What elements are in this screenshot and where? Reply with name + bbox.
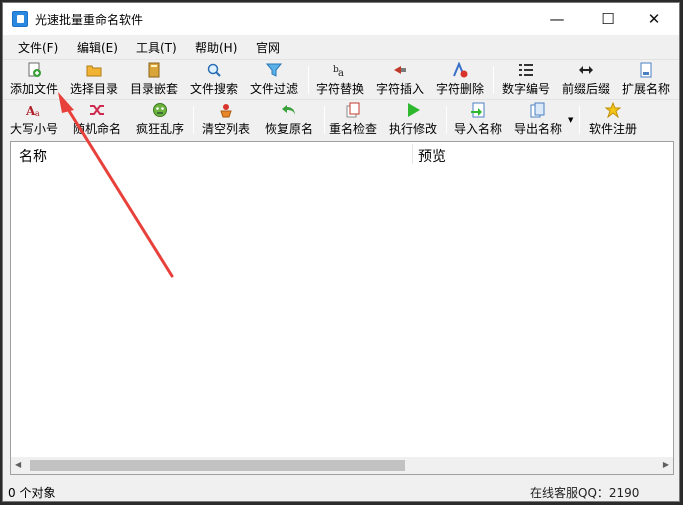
case-label: 大写小号 xyxy=(9,122,58,136)
replace-chars-label: 字符替换 xyxy=(315,82,364,96)
random-name-button[interactable]: 随机命名 xyxy=(67,102,127,138)
list-header: 名称 预览 xyxy=(11,142,673,166)
star-icon xyxy=(604,101,622,119)
crazy-face-icon xyxy=(152,102,168,118)
clear-list-button[interactable]: 清空列表 xyxy=(199,102,253,138)
nested-folder-label: 目录嵌套 xyxy=(129,82,178,96)
extension-button[interactable]: 扩展名称 xyxy=(619,62,673,98)
numbered-list-icon xyxy=(518,62,534,78)
file-list[interactable]: 名称 预览 ◀ ▶ xyxy=(10,141,674,475)
export-names-button[interactable]: 导出名称 xyxy=(511,102,565,138)
delete-chars-icon xyxy=(452,61,468,78)
number-button[interactable]: 数字编号 xyxy=(499,62,553,98)
menu-tools[interactable]: 工具(T) xyxy=(136,39,177,56)
extension-icon xyxy=(638,62,654,78)
duplicate-check-button[interactable]: 重名检查 xyxy=(326,102,380,138)
svg-text:a: a xyxy=(338,68,344,78)
menu-help[interactable]: 帮助(H) xyxy=(195,39,237,56)
export-icon xyxy=(530,102,546,118)
execute-button[interactable]: 执行修改 xyxy=(386,102,440,138)
crazy-shuffle-button[interactable]: 疯狂乱序 xyxy=(133,102,187,138)
file-search-label: 文件搜索 xyxy=(189,82,238,96)
number-label: 数字编号 xyxy=(501,82,550,96)
random-name-label: 随机命名 xyxy=(72,122,121,136)
toolbar-separator xyxy=(193,106,194,134)
scroll-right-arrow-icon[interactable]: ▶ xyxy=(663,460,669,469)
prefix-suffix-label: 前缀后缀 xyxy=(561,82,610,96)
support-info: 在线客服QQ：2190 xyxy=(530,486,640,500)
execute-label: 执行修改 xyxy=(388,122,437,136)
svg-text:a: a xyxy=(35,109,40,118)
menu-website[interactable]: 官网 xyxy=(256,39,280,56)
toolbar-main: 添加文件 选择目录 目录嵌套 文件搜索 文件过滤 b a 字符替换 字符插入 字… xyxy=(3,59,679,97)
clear-list-icon xyxy=(218,102,234,118)
undo-icon xyxy=(281,102,297,118)
toolbar-separator xyxy=(446,106,447,134)
export-names-label: 导出名称 xyxy=(513,122,562,136)
horizontal-scrollbar[interactable]: ◀ ▶ xyxy=(11,457,673,474)
object-count: 0 个对象 xyxy=(8,486,56,500)
toolbar-separator xyxy=(493,66,494,94)
insert-chars-button[interactable]: 字符插入 xyxy=(373,62,427,98)
register-label: 软件注册 xyxy=(588,122,637,136)
replace-chars-icon: ba xyxy=(332,62,348,79)
close-button[interactable]: ✕ xyxy=(631,3,677,35)
duplicate-check-icon xyxy=(345,102,361,118)
add-file-icon xyxy=(26,62,42,78)
scrollbar-thumb[interactable] xyxy=(30,460,405,471)
add-file-button[interactable]: 添加文件 xyxy=(7,62,61,98)
column-header-preview[interactable]: 预览 xyxy=(418,146,446,166)
select-folder-button[interactable]: 选择目录 xyxy=(67,62,121,98)
select-folder-label: 选择目录 xyxy=(69,82,118,96)
column-header-name[interactable]: 名称 xyxy=(19,146,47,166)
import-names-button[interactable]: 导入名称 xyxy=(451,102,505,138)
toolbar-separator xyxy=(579,106,580,134)
file-filter-button[interactable]: 文件过滤 xyxy=(247,62,301,98)
toolbar-separator xyxy=(308,66,309,94)
case-icon: Aa xyxy=(25,102,42,118)
add-file-label: 添加文件 xyxy=(9,82,58,96)
insert-chars-icon xyxy=(392,62,408,78)
prefix-suffix-icon xyxy=(578,62,594,78)
prefix-suffix-button[interactable]: 前缀后缀 xyxy=(559,62,613,98)
app-window: 光速批量重命名软件 — ☐ ✕ 文件(F) 编辑(E) 工具(T) 帮助(H) … xyxy=(2,2,680,502)
play-icon xyxy=(405,102,421,118)
delete-chars-button[interactable]: 字符删除 xyxy=(433,61,487,98)
scroll-left-arrow-icon[interactable]: ◀ xyxy=(15,460,21,469)
toolbar-separator xyxy=(324,106,325,134)
minimize-button[interactable]: — xyxy=(534,3,580,35)
case-button[interactable]: Aa 大写小号 xyxy=(7,102,61,138)
clear-list-label: 清空列表 xyxy=(201,122,250,136)
replace-chars-button[interactable]: ba 字符替换 xyxy=(313,62,367,98)
duplicate-check-label: 重名检查 xyxy=(328,122,377,136)
nested-folder-icon xyxy=(146,62,162,78)
menu-file[interactable]: 文件(F) xyxy=(18,39,58,56)
file-filter-label: 文件过滤 xyxy=(249,82,298,96)
delete-chars-label: 字符删除 xyxy=(435,82,484,96)
nested-folder-button[interactable]: 目录嵌套 xyxy=(127,62,181,98)
folder-icon xyxy=(86,62,102,78)
restore-name-label: 恢复原名 xyxy=(264,122,313,136)
status-bar: 0 个对象 在线客服QQ：2190 xyxy=(3,481,679,501)
magnifier-icon xyxy=(206,62,222,78)
toolbar-secondary: Aa 大写小号 随机命名 疯狂乱序 清空列表 恢复原名 重名检查 执行修改 导入… xyxy=(3,99,679,137)
menu-edit[interactable]: 编辑(E) xyxy=(77,39,118,56)
column-divider[interactable] xyxy=(412,144,413,164)
register-button[interactable]: 软件注册 xyxy=(586,101,640,138)
import-icon xyxy=(470,102,486,118)
insert-chars-label: 字符插入 xyxy=(375,82,424,96)
restore-name-button[interactable]: 恢复原名 xyxy=(259,102,319,138)
export-dropdown-arrow[interactable]: ▼ xyxy=(568,116,573,124)
title-bar: 光速批量重命名软件 — ☐ ✕ xyxy=(3,3,679,35)
file-search-button[interactable]: 文件搜索 xyxy=(187,62,241,98)
window-title: 光速批量重命名软件 xyxy=(35,13,144,27)
maximize-button[interactable]: ☐ xyxy=(585,3,631,35)
app-icon xyxy=(12,11,28,27)
funnel-icon xyxy=(265,62,283,78)
extension-label: 扩展名称 xyxy=(621,82,670,96)
crazy-shuffle-label: 疯狂乱序 xyxy=(135,122,184,136)
menu-bar: 文件(F) 编辑(E) 工具(T) 帮助(H) 官网 xyxy=(3,35,679,57)
shuffle-icon xyxy=(89,102,105,118)
import-names-label: 导入名称 xyxy=(453,122,502,136)
